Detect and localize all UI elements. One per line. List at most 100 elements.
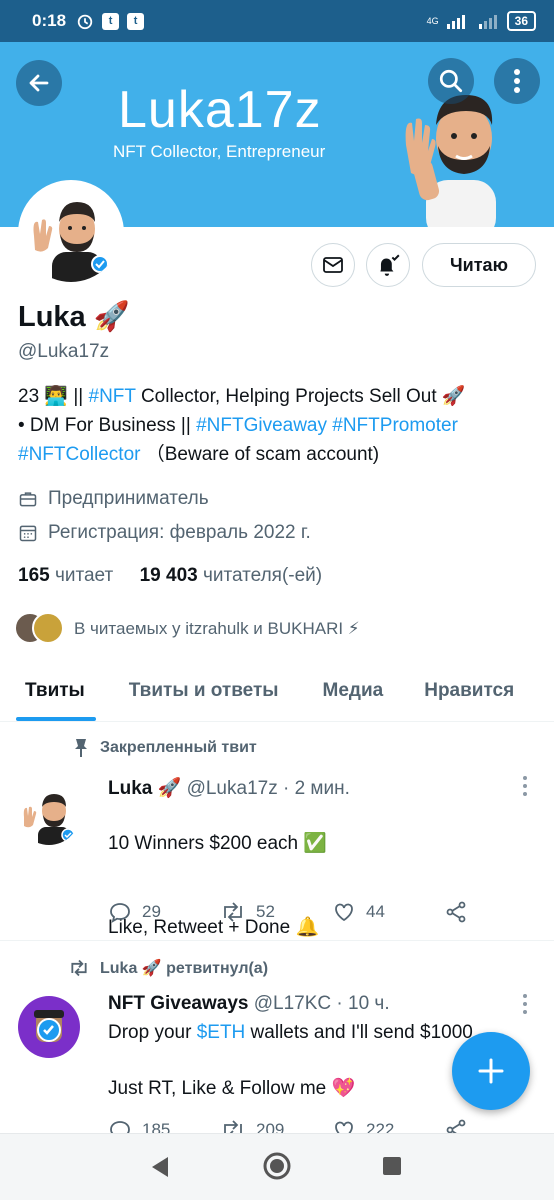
retweeted-by-label[interactable]: Luka 🚀 ретвитнул(а)	[100, 958, 268, 978]
tab-media[interactable]: Медиа	[323, 660, 384, 721]
followers-link[interactable]: 19 403 читателя(-ей)	[140, 565, 323, 586]
avatar-image	[22, 184, 120, 282]
network-type: 4G	[426, 16, 439, 26]
circle-home-icon	[263, 1152, 291, 1180]
like-button[interactable]: 44	[332, 900, 444, 924]
notifications-button[interactable]	[366, 243, 410, 287]
tweet-more-button[interactable]	[520, 994, 530, 1014]
nav-home-button[interactable]	[262, 1151, 292, 1186]
bio-text: • DM For Business ||	[18, 415, 197, 436]
profile-tabs: Твиты Твиты и ответы Медиа Нравится	[0, 660, 554, 722]
back-button[interactable]	[16, 60, 62, 106]
retweet-icon	[71, 959, 87, 977]
tweet-time: · 2 мин.	[282, 778, 350, 799]
tweet-header: Luka 🚀 @Luka17z · 2 мин.	[108, 776, 350, 800]
tab-likes[interactable]: Нравится	[424, 660, 514, 721]
reply-button[interactable]: 29	[108, 900, 220, 924]
tweet-avatar[interactable]	[18, 783, 80, 845]
like-count: 44	[366, 902, 385, 921]
mail-icon	[323, 257, 343, 273]
briefcase-icon	[19, 492, 37, 507]
tweet-line: Just RT, Like & Follow me 💖	[108, 1078, 356, 1099]
plus-icon	[478, 1058, 504, 1084]
bell-check-icon	[380, 254, 400, 276]
retweet-context: Luka 🚀 ретвитнул(а)	[68, 958, 268, 978]
avatar-image	[18, 996, 80, 1058]
hashtag-link[interactable]: #NFTPromoter	[332, 415, 458, 436]
active-tab-indicator	[16, 717, 96, 721]
retweet-count: 52	[256, 902, 275, 921]
bio-text: （Beware of scam account)	[140, 444, 380, 465]
following-label: читает	[54, 565, 114, 586]
tab-tweets[interactable]: Твиты	[25, 660, 85, 721]
bio-text: Collector, Helping Projects Sell Out 🚀	[135, 386, 466, 407]
pinned-context: Закрепленный твит	[72, 738, 257, 758]
following-count: 165	[18, 565, 50, 586]
profession-row: Предприниматель	[18, 488, 209, 510]
compose-tweet-button[interactable]	[452, 1032, 530, 1110]
signal-icon	[478, 15, 497, 29]
triangle-back-icon	[152, 1157, 168, 1177]
hashtag-link[interactable]: #NFTCollector	[18, 444, 140, 465]
tweet-author-name[interactable]: Luka 🚀	[108, 778, 181, 799]
twitter-notification-icon: t	[127, 12, 145, 30]
followed-by-text: В читаемых у itzrahulk и BUKHARI ⚡	[74, 619, 360, 638]
more-options-button[interactable]	[494, 58, 540, 104]
square-recents-icon	[383, 1157, 401, 1175]
pin-icon	[75, 739, 87, 757]
nav-back-button[interactable]	[148, 1154, 172, 1185]
followers-count: 19 403	[139, 565, 198, 586]
status-time: 0:18	[32, 11, 67, 30]
tab-tweets-and-replies[interactable]: Твиты и ответы	[129, 660, 279, 721]
following-button[interactable]: Читаю	[422, 243, 536, 287]
heart-icon	[335, 903, 353, 922]
battery-indicator: 36	[506, 11, 536, 31]
follow-counts: 165 читает 19 403 читателя(-ей)	[18, 565, 322, 587]
pinned-label: Закрепленный твит	[100, 739, 257, 756]
message-button[interactable]	[311, 243, 355, 287]
tweet-author-name[interactable]: NFT Giveaways	[108, 993, 248, 1014]
system-navigation-bar	[0, 1133, 554, 1200]
cashtag-link[interactable]: $ETH	[197, 1022, 246, 1043]
tweet-header: NFT Giveaways @L17KC · 10 ч.	[108, 993, 390, 1015]
followed-by-row[interactable]: В читаемых у itzrahulk и BUKHARI ⚡	[14, 612, 360, 646]
following-link[interactable]: 165 читает	[18, 565, 113, 586]
tweet-line: Drop your	[108, 1022, 197, 1043]
avatar	[32, 612, 64, 644]
banner-subtitle: NFT Collector, Entrepreneur	[113, 142, 326, 161]
profile-avatar[interactable]	[18, 180, 124, 286]
reply-icon	[110, 903, 130, 923]
more-vertical-icon	[514, 69, 520, 93]
tweet-author-handle[interactable]: @L17KC	[254, 993, 331, 1014]
twitter-notification-icon: t	[102, 12, 120, 30]
status-bar: 0:18 t t 4G 36	[0, 0, 554, 42]
share-icon	[446, 901, 466, 923]
calendar-icon	[19, 525, 37, 542]
search-button[interactable]	[428, 58, 474, 104]
tweet-line: 10 Winners $200 each ✅	[108, 833, 328, 854]
tweet-divider	[0, 940, 554, 941]
hashtag-link[interactable]: #NFT	[89, 386, 136, 407]
alarm-icon	[77, 14, 93, 30]
tweet-time: · 10 ч.	[336, 993, 390, 1014]
banner-title: Luka17z	[118, 81, 322, 139]
profile-handle: @Luka17z	[18, 341, 110, 362]
avatar-image	[18, 783, 80, 845]
joined-text: Регистрация: февраль 2022 г.	[48, 522, 311, 543]
profile-name: Luka 🚀	[18, 301, 130, 333]
tweet-actions: 29 52 44	[108, 900, 554, 924]
retweet-button[interactable]: 52	[220, 900, 332, 924]
tweet-line: wallets and I'll send $1000	[245, 1022, 473, 1043]
search-icon	[439, 69, 463, 93]
tweet-avatar[interactable]	[18, 996, 80, 1058]
profession-text: Предприниматель	[48, 488, 209, 509]
hashtag-link[interactable]: #NFTGiveaway	[196, 415, 327, 436]
share-button[interactable]	[444, 900, 554, 924]
joined-row: Регистрация: февраль 2022 г.	[18, 522, 311, 544]
followers-label: читателя(-ей)	[203, 565, 323, 586]
nav-recents-button[interactable]	[382, 1156, 402, 1181]
tweet-more-button[interactable]	[520, 776, 530, 796]
bio-text: 23 👨‍💻 ||	[18, 386, 89, 407]
reply-count: 29	[142, 902, 161, 921]
tweet-author-handle[interactable]: @Luka17z	[187, 778, 278, 799]
